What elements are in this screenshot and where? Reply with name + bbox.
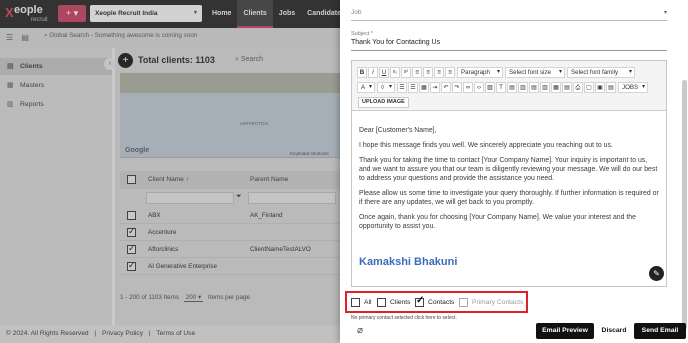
- editor-toolbar: B I U x₂ x² ≡ ≡ ≡ ≡ Paragraph Select fon…: [352, 61, 666, 111]
- justify-icon[interactable]: ≡: [445, 67, 455, 78]
- primary-contacts-checkbox[interactable]: [459, 298, 468, 307]
- primary-contacts-label[interactable]: Primary Contacts: [472, 299, 523, 306]
- subject-label: Subject *: [351, 31, 374, 37]
- highlight-icon[interactable]: ◊: [377, 82, 395, 93]
- bullet-list-icon[interactable]: ☰: [397, 82, 407, 93]
- paragraph-value: Paragraph: [461, 69, 490, 76]
- indent-icon[interactable]: ⇥: [430, 82, 440, 93]
- job-placeholder: Job: [351, 9, 362, 16]
- paragraph-select[interactable]: Paragraph: [457, 67, 503, 78]
- send-email-button[interactable]: Send Email: [634, 323, 686, 339]
- modal-backdrop[interactable]: [0, 0, 340, 343]
- job-select[interactable]: Job ▾: [351, 3, 667, 21]
- body-paragraph: Thank you for taking the time to contact…: [359, 157, 658, 182]
- body-paragraph: Once again, thank you for choosing [Your…: [359, 214, 636, 230]
- email-editor[interactable]: B I U x₂ x² ≡ ≡ ≡ ≡ Paragraph Select fon…: [351, 60, 667, 287]
- text-color-icon[interactable]: A: [357, 82, 375, 93]
- font-family-value: Select font family: [571, 69, 619, 76]
- print-icon[interactable]: ⎙: [573, 82, 583, 93]
- primary-contact-note[interactable]: No primary contact selected click here t…: [351, 315, 457, 321]
- table-icon[interactable]: ▦: [419, 82, 429, 93]
- upload-image-button[interactable]: UPLOAD IMAGE: [358, 97, 409, 108]
- send-email-panel: Job ▾ Subject * Thank You for Contacting…: [340, 0, 688, 343]
- delete-column-icon[interactable]: ▦: [551, 82, 561, 93]
- all-checkbox[interactable]: [351, 298, 360, 307]
- body-paragraph: Dear [Customer's Name],: [359, 127, 437, 134]
- attachment-icon[interactable]: ⌀: [357, 325, 363, 336]
- redo-icon[interactable]: ↷: [452, 82, 462, 93]
- jobs-placeholder-select[interactable]: JOBS: [618, 82, 648, 93]
- all-label[interactable]: All: [364, 299, 371, 306]
- jobs-value: JOBS: [622, 84, 639, 91]
- fullscreen-icon[interactable]: ▣: [595, 82, 605, 93]
- body-paragraph: I hope this message finds you well. We s…: [359, 142, 613, 149]
- clear-format-icon[interactable]: T: [496, 82, 506, 93]
- discard-button[interactable]: Discard: [597, 323, 631, 339]
- clients-label[interactable]: Clients: [390, 299, 410, 306]
- align-left-icon[interactable]: ≡: [412, 67, 422, 78]
- numbered-list-icon[interactable]: ☰: [408, 82, 418, 93]
- body-paragraph: Please allow us some time to investigate…: [359, 190, 659, 206]
- image-icon[interactable]: ▨: [485, 82, 495, 93]
- email-body[interactable]: Dear [Customer's Name], I hope this mess…: [359, 126, 659, 237]
- insert-row-icon[interactable]: ▤: [507, 82, 517, 93]
- align-right-icon[interactable]: ≡: [434, 67, 444, 78]
- contacts-label[interactable]: Contacts: [428, 299, 454, 306]
- italic-icon[interactable]: I: [368, 67, 378, 78]
- preview-icon[interactable]: ▢: [584, 82, 594, 93]
- contacts-checkbox[interactable]: [415, 295, 424, 307]
- delete-row-icon[interactable]: ▥: [540, 82, 550, 93]
- code-icon[interactable]: ‹›: [474, 82, 484, 93]
- subscript-icon[interactable]: x₂: [390, 67, 400, 78]
- panel-scrollbar[interactable]: [682, 80, 687, 330]
- chevron-down-icon: ▾: [663, 10, 667, 16]
- link-icon[interactable]: ∞: [463, 82, 473, 93]
- underline-icon[interactable]: U: [379, 67, 389, 78]
- font-size-value: Select font size: [509, 69, 551, 76]
- merge-cells-icon[interactable]: ▤: [529, 82, 539, 93]
- subject-field[interactable]: Subject * Thank You for Contacting Us: [351, 31, 667, 51]
- clients-checkbox[interactable]: [377, 298, 386, 307]
- recipient-options: All Clients Contacts Primary Contacts: [345, 291, 528, 313]
- insert-column-icon[interactable]: ▥: [518, 82, 528, 93]
- undo-icon[interactable]: ↶: [441, 82, 451, 93]
- edit-icon[interactable]: ✎: [649, 266, 664, 281]
- font-size-select[interactable]: Select font size: [505, 67, 565, 78]
- align-center-icon[interactable]: ≡: [423, 67, 433, 78]
- email-preview-button[interactable]: Email Preview: [536, 323, 594, 339]
- bold-icon[interactable]: B: [357, 67, 367, 78]
- source-icon[interactable]: ▤: [606, 82, 616, 93]
- subject-value: Thank You for Contacting Us: [351, 39, 441, 46]
- table-properties-icon[interactable]: ▤: [562, 82, 572, 93]
- email-signature: Kamakshi Bhakuni: [359, 256, 458, 268]
- font-family-select[interactable]: Select font family: [567, 67, 635, 78]
- superscript-icon[interactable]: x²: [401, 67, 411, 78]
